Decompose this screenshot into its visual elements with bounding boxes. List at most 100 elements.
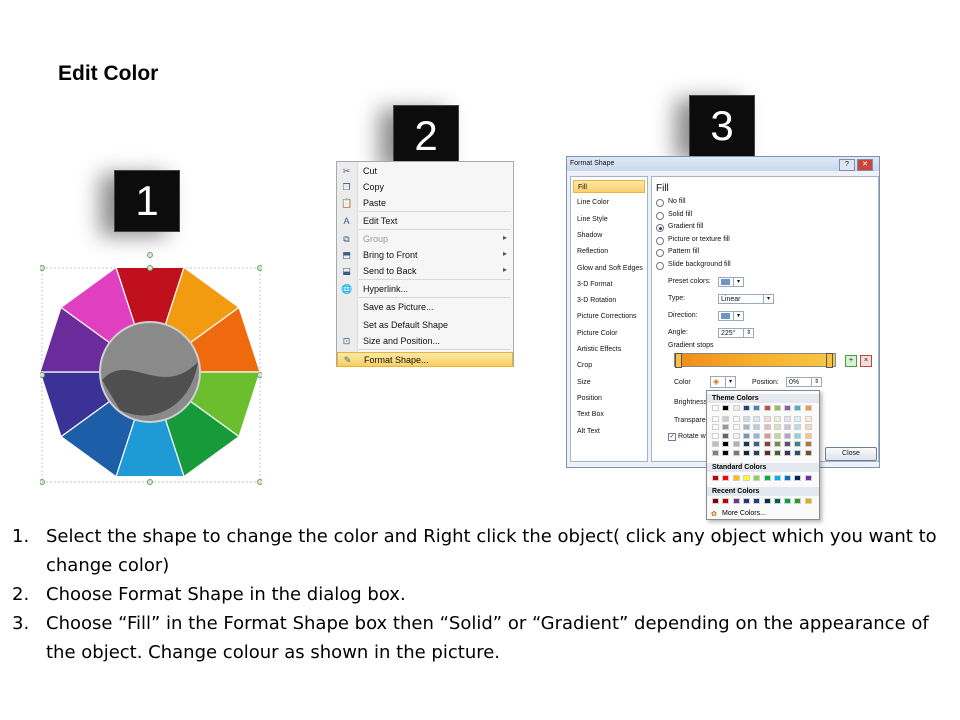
standard-color-swatch[interactable] — [784, 475, 792, 481]
theme-color-swatch[interactable] — [784, 415, 792, 422]
radio-button[interactable] — [656, 236, 664, 245]
theme-color-swatch[interactable] — [722, 432, 730, 439]
recent-color-swatch[interactable] — [722, 498, 730, 504]
theme-color-swatch[interactable] — [742, 441, 750, 447]
nav-item-alt-text[interactable]: Alt Text — [573, 425, 645, 438]
gradient-stop[interactable] — [826, 353, 833, 368]
theme-color-swatch[interactable] — [773, 441, 781, 447]
dialog-close-icon[interactable]: ✕ — [857, 159, 873, 171]
standard-color-swatch[interactable] — [794, 475, 802, 481]
nav-item-fill[interactable]: Fill — [573, 180, 645, 193]
radio-button[interactable] — [656, 262, 664, 270]
standard-color-swatch[interactable] — [753, 475, 761, 481]
menu-item-save-as-picture[interactable]: Save as Picture... — [337, 300, 513, 315]
menu-item-edit-text[interactable]: A Edit Text — [337, 214, 513, 229]
standard-color-swatch[interactable] — [722, 475, 730, 481]
theme-color-swatch[interactable] — [804, 432, 812, 439]
nav-item-artistic-effects[interactable]: Artistic Effects — [573, 343, 645, 356]
theme-color-swatch[interactable] — [794, 405, 802, 411]
theme-color-swatch[interactable] — [804, 405, 812, 411]
standard-color-swatch[interactable] — [773, 475, 781, 481]
recent-color-swatch[interactable] — [732, 498, 740, 504]
type-dropdown[interactable]: Linear ▾ — [718, 294, 774, 304]
context-menu[interactable]: ✂ Cut ❐ Copy 📋 Paste A Edit Text ⧉ Group ▸ ⬒ Bring t… — [336, 161, 514, 367]
theme-color-swatch[interactable] — [804, 441, 812, 447]
standard-color-swatch[interactable] — [712, 475, 719, 481]
recent-color-swatch[interactable] — [794, 498, 802, 504]
nav-item-position[interactable]: Position — [573, 392, 645, 405]
theme-color-swatch[interactable] — [773, 415, 781, 422]
theme-color-swatch[interactable] — [763, 449, 771, 456]
recent-color-swatch[interactable] — [804, 498, 812, 504]
menu-item-paste[interactable]: 📋 Paste — [337, 196, 513, 211]
theme-color-swatch[interactable] — [763, 415, 771, 422]
theme-color-swatch[interactable] — [732, 405, 740, 411]
theme-color-swatch[interactable] — [732, 424, 740, 430]
nav-item-line-style[interactable]: Line Style — [573, 213, 645, 226]
gradient-stop[interactable] — [675, 353, 682, 368]
more-colors-link[interactable]: More Colors... — [722, 510, 766, 517]
fill-option-solid-fill[interactable]: Solid fill — [656, 211, 816, 221]
nav-item-crop[interactable]: Crop — [573, 359, 645, 372]
recent-color-swatch[interactable] — [773, 498, 781, 504]
puzzle-graphic[interactable] — [39, 250, 263, 486]
theme-color-swatch[interactable] — [784, 432, 792, 439]
standard-color-swatch[interactable] — [763, 475, 771, 481]
radio-button[interactable] — [656, 199, 664, 207]
theme-color-swatch[interactable] — [712, 441, 719, 447]
theme-color-swatch[interactable] — [712, 424, 719, 430]
theme-color-swatch[interactable] — [784, 441, 792, 447]
theme-color-swatch[interactable] — [773, 424, 781, 430]
theme-color-swatch[interactable] — [773, 449, 781, 456]
standard-color-swatch[interactable] — [732, 475, 740, 481]
theme-color-swatch[interactable] — [722, 424, 730, 430]
theme-color-swatch[interactable] — [722, 405, 730, 411]
close-button[interactable]: Close — [825, 447, 877, 461]
recent-color-swatch[interactable] — [742, 498, 750, 504]
theme-color-swatch[interactable] — [732, 432, 740, 439]
recent-color-swatch[interactable] — [763, 498, 771, 504]
menu-item-format-shape[interactable]: ✎ Format Shape... — [337, 352, 513, 367]
color-palette-popup[interactable]: Theme Colors Standard Colors Recent Colo… — [706, 390, 820, 520]
remove-stop-icon[interactable]: × — [860, 355, 872, 367]
theme-color-swatch[interactable] — [722, 441, 730, 447]
direction-dropdown[interactable]: ▾ — [718, 311, 744, 321]
theme-color-swatch[interactable] — [742, 405, 750, 411]
position-input[interactable]: 0% ⇕ — [786, 377, 822, 387]
radio-button[interactable] — [656, 211, 664, 220]
menu-item-bring-to-front[interactable]: ⬒ Bring to Front ▸ — [337, 248, 513, 263]
theme-color-swatch[interactable] — [712, 405, 719, 411]
theme-color-swatch[interactable] — [763, 424, 771, 430]
theme-color-swatch[interactable] — [804, 415, 812, 422]
theme-color-swatch[interactable] — [732, 449, 740, 456]
theme-color-swatch[interactable] — [712, 415, 719, 422]
radio-button[interactable] — [656, 249, 664, 258]
theme-color-swatch[interactable] — [753, 405, 761, 411]
theme-color-swatch[interactable] — [722, 449, 730, 456]
help-button[interactable]: ? — [839, 159, 855, 171]
theme-color-swatch[interactable] — [794, 449, 802, 456]
theme-color-swatch[interactable] — [784, 405, 792, 411]
fill-option-picture-or-texture-fill[interactable]: Picture or texture fill — [656, 236, 816, 246]
nav-item-shadow[interactable]: Shadow — [573, 229, 645, 242]
theme-color-swatch[interactable] — [742, 449, 750, 456]
preset-colors-dropdown[interactable]: ▾ — [718, 277, 744, 287]
nav-item-3-d-format[interactable]: 3-D Format — [573, 278, 645, 291]
add-stop-icon[interactable]: + — [845, 355, 857, 367]
theme-color-swatch[interactable] — [794, 415, 802, 422]
nav-item-size[interactable]: Size — [573, 376, 645, 389]
puzzle-shape[interactable] — [39, 250, 263, 486]
theme-color-swatch[interactable] — [763, 441, 771, 447]
rotate-checkbox[interactable]: ✓ — [668, 433, 676, 441]
menu-item-set-as-default-shape[interactable]: Set as Default Shape — [337, 318, 513, 333]
menu-item-hyperlink[interactable]: 🌐 Hyperlink... — [337, 282, 513, 297]
radio-button[interactable] — [656, 224, 664, 233]
theme-color-swatch[interactable] — [773, 432, 781, 439]
menu-item-send-to-back[interactable]: ⬓ Send to Back ▸ — [337, 264, 513, 279]
nav-item-glow-and-soft-edges[interactable]: Glow and Soft Edges — [573, 262, 645, 275]
fill-option-slide-background-fill[interactable]: Slide background fill — [656, 261, 816, 271]
theme-color-swatch[interactable] — [763, 432, 771, 439]
nav-item-picture-corrections[interactable]: Picture Corrections — [573, 310, 645, 323]
menu-item-group[interactable]: ⧉ Group ▸ — [337, 232, 513, 247]
nav-item-picture-color[interactable]: Picture Color — [573, 327, 645, 340]
